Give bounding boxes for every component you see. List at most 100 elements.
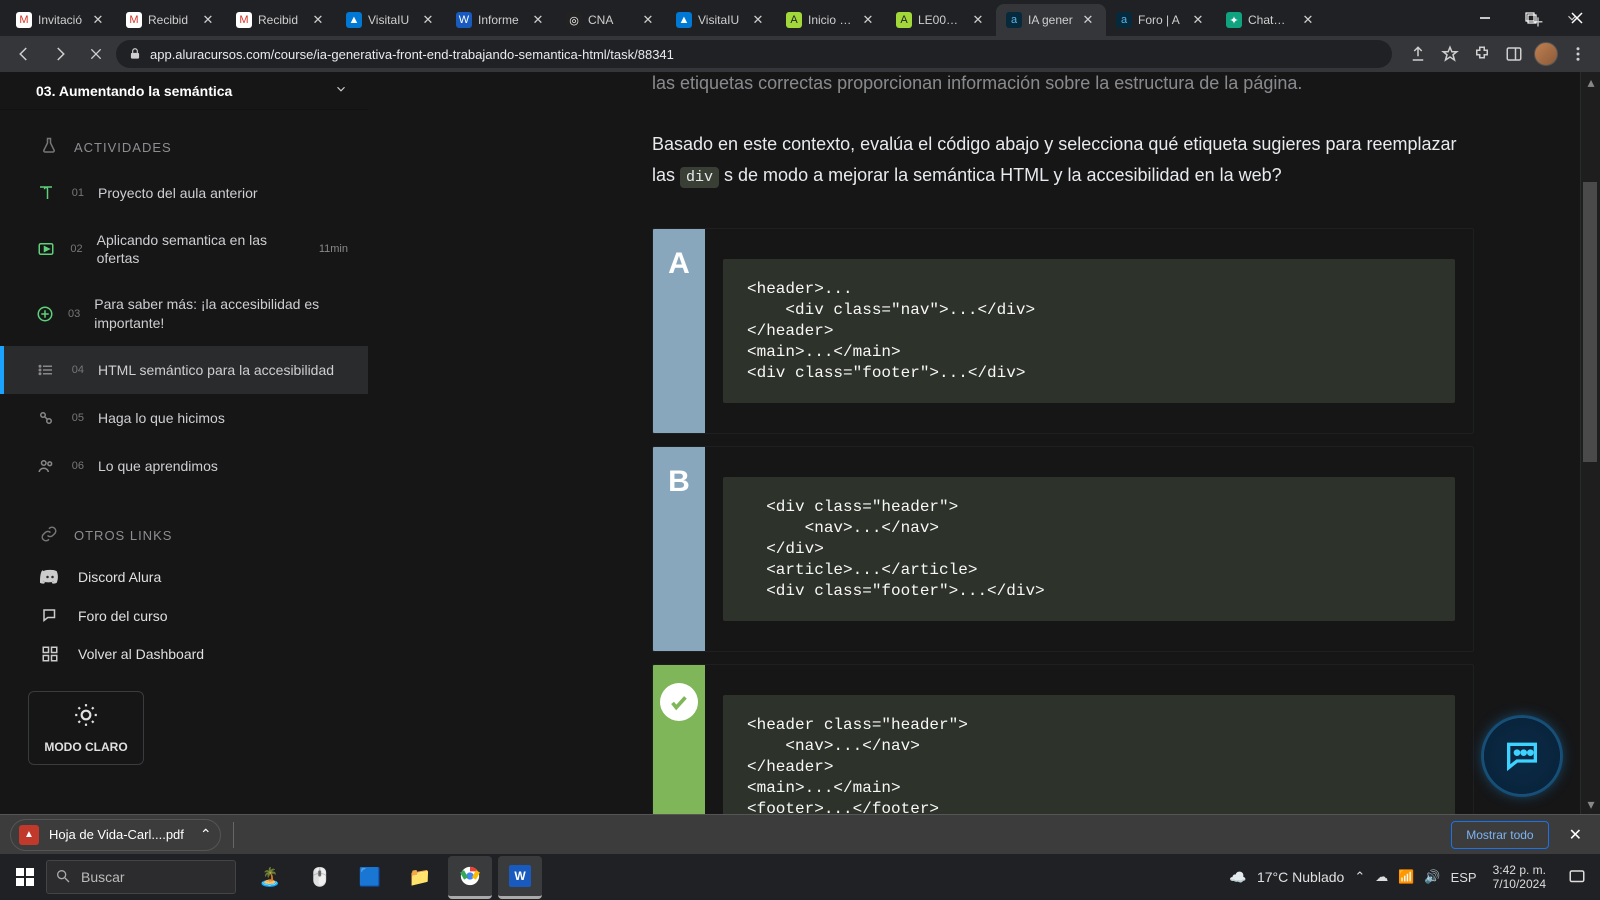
window-close-button[interactable] <box>1554 0 1600 36</box>
browser-tab[interactable]: ▲VisitaIU✕ <box>666 4 776 36</box>
taskbar-app-widgets[interactable]: 🏝️ <box>248 857 292 897</box>
tab-close-button[interactable]: ✕ <box>1080 12 1096 28</box>
tab-favicon: ◎ <box>566 12 582 28</box>
scrollbar-thumb[interactable] <box>1583 182 1597 462</box>
sidebar-link[interactable]: Discord Alura <box>0 557 368 597</box>
download-filename: Hoja de Vida-Carl....pdf <box>49 827 184 842</box>
tab-title: Recibid <box>258 13 304 27</box>
question-text: Basado en este contexto, evalúa el códig… <box>652 134 1457 185</box>
bookmark-button[interactable] <box>1436 40 1464 68</box>
activity-item[interactable]: 06Lo que aprendimos <box>0 442 368 490</box>
url-text: app.aluracursos.com/course/ia-generativa… <box>150 47 674 62</box>
browser-tab[interactable]: AInicio - C✕ <box>776 4 886 36</box>
browser-tab[interactable]: ✦ChatGPT✕ <box>1216 4 1326 36</box>
profile-avatar[interactable] <box>1532 40 1560 68</box>
start-button[interactable] <box>8 860 42 894</box>
back-button[interactable] <box>8 38 40 70</box>
taskbar-app-chrome[interactable] <box>448 856 492 899</box>
activity-item[interactable]: 04HTML semántico para la accesibilidad <box>0 346 368 394</box>
tab-close-button[interactable]: ✕ <box>420 12 436 28</box>
extensions-button[interactable] <box>1468 40 1496 68</box>
activity-item[interactable]: 02Aplicando semantica en las ofertas11mi… <box>0 217 368 281</box>
option-body: <div class="header"> <nav>...</nav> </di… <box>705 447 1473 651</box>
stop-loading-button[interactable] <box>80 38 112 70</box>
taskbar-app-explorer[interactable]: 📁 <box>398 857 442 897</box>
tab-close-button[interactable]: ✕ <box>750 12 766 28</box>
browser-tab[interactable]: MRecibid✕ <box>116 4 226 36</box>
chevron-up-icon[interactable]: ⌃ <box>200 826 212 843</box>
tab-title: LE0021_ <box>918 13 964 27</box>
option-label-badge: B <box>653 447 705 651</box>
tab-close-button[interactable]: ✕ <box>640 12 656 28</box>
chrome-menu-button[interactable] <box>1564 40 1592 68</box>
tab-close-button[interactable]: ✕ <box>1300 12 1316 28</box>
activity-index: 01 <box>70 187 84 199</box>
browser-tab[interactable]: WInforme✕ <box>446 4 556 36</box>
tab-close-button[interactable]: ✕ <box>970 12 986 28</box>
browser-tab[interactable]: MInvitació✕ <box>6 4 116 36</box>
tab-favicon: A <box>896 12 912 28</box>
taskbar-clock[interactable]: 3:42 p. m. 7/10/2024 <box>1493 863 1546 892</box>
content-scrollbar[interactable]: ▴ ▾ <box>1580 72 1600 814</box>
tray-volume-icon[interactable]: 🔊 <box>1424 869 1440 885</box>
tab-close-button[interactable]: ✕ <box>200 12 216 28</box>
activity-item[interactable]: 03Para saber más: ¡la accesibilidad es i… <box>0 281 368 345</box>
taskbar-app-word[interactable]: W <box>498 856 542 899</box>
weather-icon: ☁️ <box>1227 866 1249 888</box>
option-code: <div class="header"> <nav>...</nav> </di… <box>723 477 1455 621</box>
tab-close-button[interactable]: ✕ <box>310 12 326 28</box>
activity-item[interactable]: 05Haga lo que hicimos <box>0 394 368 442</box>
download-item[interactable]: ▲ Hoja de Vida-Carl....pdf ⌃ <box>10 819 221 851</box>
taskbar-weather[interactable]: ☁️ 17°C Nublado <box>1227 866 1344 888</box>
answer-option[interactable]: A<header>... <div class="nav">...</div> … <box>652 228 1474 434</box>
theme-toggle-button[interactable]: MODO CLARO <box>28 691 144 765</box>
sidebar-link[interactable]: Volver al Dashboard <box>0 635 368 673</box>
tray-onedrive-icon[interactable]: ☁ <box>1375 869 1388 885</box>
inline-code: div <box>680 167 719 188</box>
share-button[interactable] <box>1404 40 1432 68</box>
search-placeholder: Buscar <box>81 869 125 885</box>
activity-index: 03 <box>68 308 80 320</box>
taskbar-app-edge[interactable]: 🟦 <box>348 857 392 897</box>
browser-tab[interactable]: ◎CNA✕ <box>556 4 666 36</box>
tab-title: VisitaIU <box>698 13 744 27</box>
browser-tab[interactable]: ▲VisitaIU✕ <box>336 4 446 36</box>
sidebar-link[interactable]: Foro del curso <box>0 597 368 635</box>
browser-tab[interactable]: aForo | A✕ <box>1106 4 1216 36</box>
tab-close-button[interactable]: ✕ <box>530 12 546 28</box>
window-maximize-button[interactable] <box>1508 0 1554 36</box>
taskbar-search[interactable]: Buscar <box>46 860 236 894</box>
option-letter: A <box>668 247 690 281</box>
address-bar[interactable]: app.aluracursos.com/course/ia-generativa… <box>116 40 1392 68</box>
sun-icon <box>73 702 99 734</box>
scroll-up-button[interactable]: ▴ <box>1581 72 1600 92</box>
tab-close-button[interactable]: ✕ <box>1190 12 1206 28</box>
browser-tab[interactable]: A LE0021_ ✕ <box>886 4 996 36</box>
tab-favicon: M <box>236 12 252 28</box>
answer-option[interactable]: <header class="header"> <nav>...</nav> <… <box>652 664 1474 814</box>
option-body: <header class="header"> <nav>...</nav> <… <box>705 665 1473 814</box>
tab-favicon: M <box>126 12 142 28</box>
show-all-downloads-button[interactable]: Mostrar todo <box>1451 821 1548 849</box>
close-downloads-bar-button[interactable]: ✕ <box>1561 821 1590 849</box>
taskbar-app-mouse[interactable]: 🖱️ <box>298 857 342 897</box>
tab-close-button[interactable]: ✕ <box>90 12 106 28</box>
answer-option[interactable]: B <div class="header"> <nav>...</nav> </… <box>652 446 1474 652</box>
window-minimize-button[interactable] <box>1462 0 1508 36</box>
tab-title: Invitació <box>38 13 84 27</box>
forward-button[interactable] <box>44 38 76 70</box>
tray-overflow-button[interactable]: ⌃ <box>1354 869 1365 885</box>
tray-wifi-icon[interactable]: 📶 <box>1398 869 1414 885</box>
notifications-button[interactable] <box>1562 862 1592 892</box>
tray-language-indicator[interactable]: ESP <box>1451 870 1477 885</box>
tab-close-button[interactable]: ✕ <box>860 12 876 28</box>
activity-item[interactable]: 01Proyecto del aula anterior <box>0 169 368 217</box>
browser-tab[interactable]: aIA gener✕ <box>996 4 1106 36</box>
activity-label: HTML semántico para la accesibilidad <box>98 361 334 379</box>
scroll-down-button[interactable]: ▾ <box>1581 794 1600 814</box>
browser-tab[interactable]: M Recibid ✕ <box>226 4 336 36</box>
module-header[interactable]: 03. Aumentando la semántica <box>0 72 368 110</box>
side-panel-button[interactable] <box>1500 40 1528 68</box>
chat-help-button[interactable] <box>1484 718 1560 794</box>
lesson-content: las etiquetas correctas proporcionan inf… <box>368 72 1600 814</box>
